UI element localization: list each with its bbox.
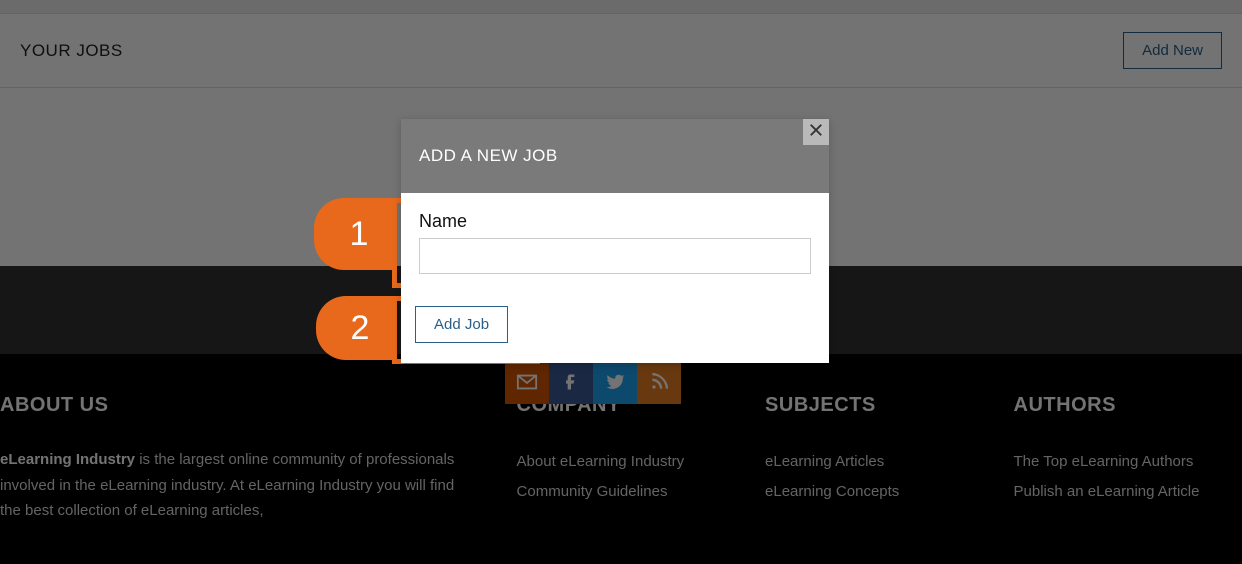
modal-body: Name Add Job: [401, 193, 829, 363]
annotation-number: 2: [316, 296, 394, 360]
annotation-number: 1: [314, 198, 394, 270]
add-job-button[interactable]: Add Job: [415, 306, 508, 343]
add-job-modal: ADD A NEW JOB Name Add Job: [401, 119, 829, 363]
name-field-label: Name: [419, 211, 811, 232]
close-button[interactable]: [803, 119, 829, 145]
close-icon: [807, 121, 825, 144]
name-input[interactable]: [419, 238, 811, 274]
modal-title: ADD A NEW JOB: [419, 146, 558, 166]
modal-header: ADD A NEW JOB: [401, 119, 829, 193]
